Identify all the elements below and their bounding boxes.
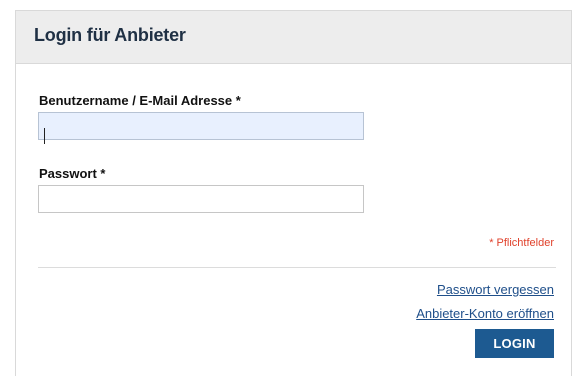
password-field[interactable] xyxy=(38,185,364,213)
panel-header: Login für Anbieter xyxy=(16,11,571,64)
required-fields-note: * Pflichtfelder xyxy=(489,237,554,249)
username-label: Benutzername / E-Mail Adresse * xyxy=(39,93,241,108)
open-account-link[interactable]: Anbieter-Konto eröffnen xyxy=(416,306,554,321)
divider xyxy=(38,267,556,268)
forgot-password-link[interactable]: Passwort vergessen xyxy=(437,282,554,297)
password-label: Passwort * xyxy=(39,166,106,181)
text-caret xyxy=(44,128,45,144)
panel-title: Login für Anbieter xyxy=(34,25,186,45)
username-field[interactable] xyxy=(38,112,364,140)
login-panel: Login für Anbieter Benutzername / E-Mail… xyxy=(15,10,572,376)
login-button[interactable]: LOGIN xyxy=(475,329,554,358)
